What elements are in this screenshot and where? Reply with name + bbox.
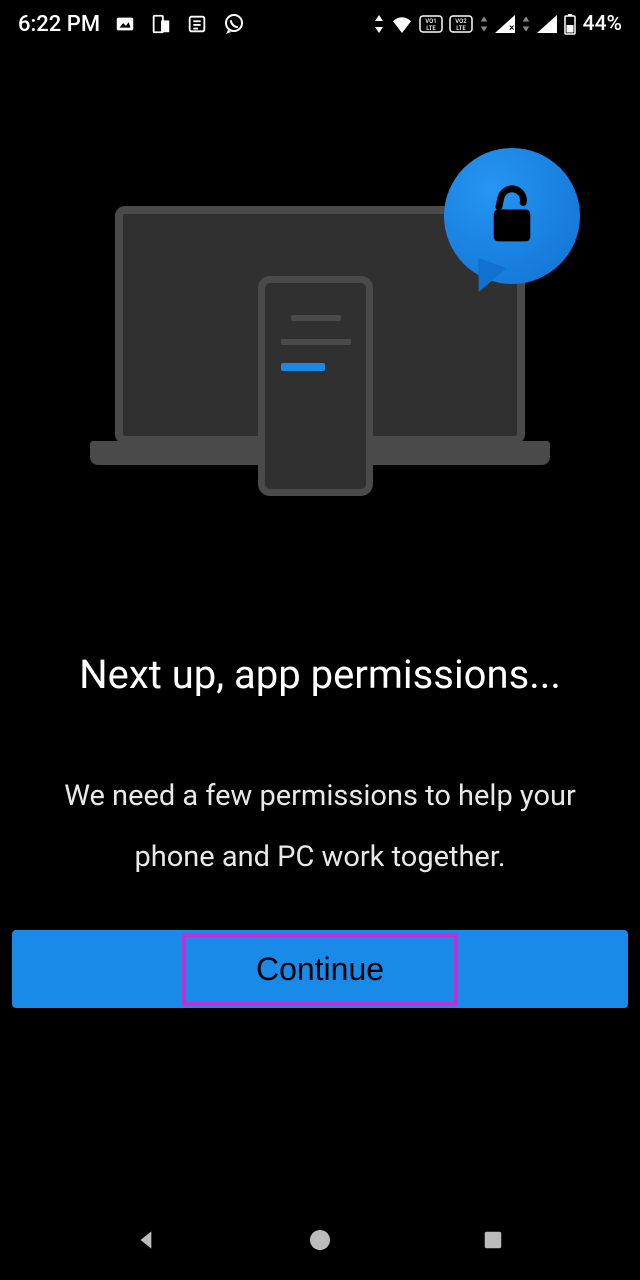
signal2-icon [537, 15, 557, 33]
gallery-icon [114, 13, 136, 35]
battery-percent: 44% [583, 12, 622, 36]
nav-home-button[interactable] [300, 1220, 340, 1260]
status-right: VO1LTE VO2LTE × 44% [373, 12, 622, 36]
svg-text:LTE: LTE [426, 25, 436, 32]
svg-text:LTE: LTE [456, 25, 466, 32]
news-icon [186, 13, 208, 35]
svg-text:VO1: VO1 [425, 18, 436, 25]
svg-text:VO2: VO2 [455, 18, 467, 25]
speech-bubble [444, 148, 580, 284]
data-updown2-icon [479, 16, 489, 32]
signal1-icon: × [495, 15, 515, 33]
navigation-bar [0, 1200, 640, 1280]
svg-text:×: × [509, 23, 514, 33]
volte1-icon: VO1LTE [419, 15, 443, 33]
app-notif-icon [150, 13, 172, 35]
phone-graphic [258, 276, 373, 496]
continue-button-label: Continue [256, 951, 384, 987]
status-bar: 6:22 PM VO1LTE VO2LTE × [0, 0, 640, 48]
wifi-icon [391, 15, 413, 33]
permissions-illustration [90, 188, 550, 488]
unlock-icon [484, 182, 540, 250]
continue-button[interactable]: Continue [12, 930, 628, 1008]
main-content: Next up, app permissions... We need a fe… [0, 48, 640, 1200]
status-time: 6:22 PM [18, 12, 100, 37]
volte2-icon: VO2LTE [449, 15, 473, 33]
nav-recents-button[interactable] [473, 1220, 513, 1260]
data-updown-icon [373, 15, 385, 33]
battery-icon [563, 13, 577, 35]
page-subtext: We need a few permissions to help your p… [0, 766, 640, 888]
page-heading: Next up, app permissions... [39, 648, 601, 702]
data-updown3-icon [521, 16, 531, 32]
nav-back-button[interactable] [127, 1220, 167, 1260]
whatsapp-icon [222, 12, 246, 36]
status-left: 6:22 PM [18, 12, 246, 37]
